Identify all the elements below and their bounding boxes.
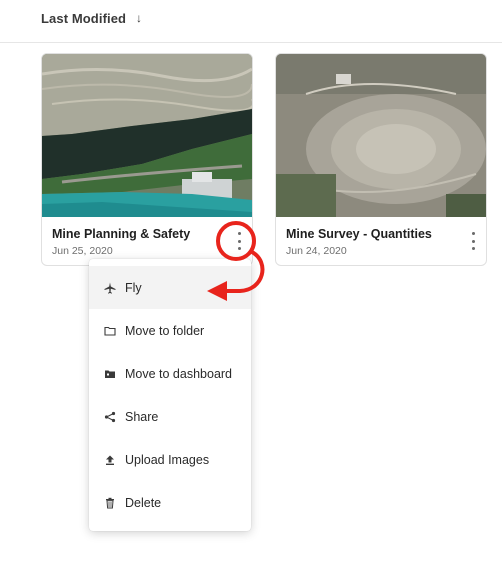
menu-item-fly[interactable]: Fly [89,266,251,309]
trash-icon [106,497,114,508]
dashboard-folder-icon [105,370,115,378]
upload-icon [106,455,114,465]
menu-item-label: Fly [125,280,142,295]
sort-bar: Last Modified ↓ [0,0,502,43]
project-title[interactable]: Mine Survey - Quantities [286,227,432,241]
menu-item-label: Share [125,409,159,424]
menu-item-upload-images[interactable]: Upload Images [89,438,251,481]
project-context-menu: Fly Move to folder Move to dashboard Sha… [89,259,251,531]
share-icon [104,411,116,422]
folder-icon [104,326,116,336]
project-thumbnail[interactable] [42,54,252,217]
project-title[interactable]: Mine Planning & Safety [52,227,190,241]
menu-item-move-to-folder[interactable]: Move to folder [89,309,251,352]
more-options-icon[interactable] [232,232,246,250]
sort-label[interactable]: Last Modified [41,11,126,26]
airplane-icon [104,282,116,294]
menu-item-label: Delete [125,495,162,510]
menu-item-label: Move to dashboard [125,366,233,381]
menu-item-share[interactable]: Share [89,395,251,438]
sort-direction-arrow-icon[interactable]: ↓ [136,11,142,25]
menu-item-move-to-dashboard[interactable]: Move to dashboard [89,352,251,395]
menu-item-label: Move to folder [125,323,205,338]
project-card[interactable]: Mine Planning & Safety Jun 25, 2020 [41,53,253,266]
more-options-icon[interactable] [466,232,480,250]
project-thumbnail[interactable] [276,54,486,217]
menu-item-label: Upload Images [125,452,210,467]
project-card[interactable]: Mine Survey - Quantities Jun 24, 2020 [275,53,487,266]
project-date: Jun 24, 2020 [286,245,347,257]
menu-item-delete[interactable]: Delete [89,481,251,524]
project-date: Jun 25, 2020 [52,245,113,257]
